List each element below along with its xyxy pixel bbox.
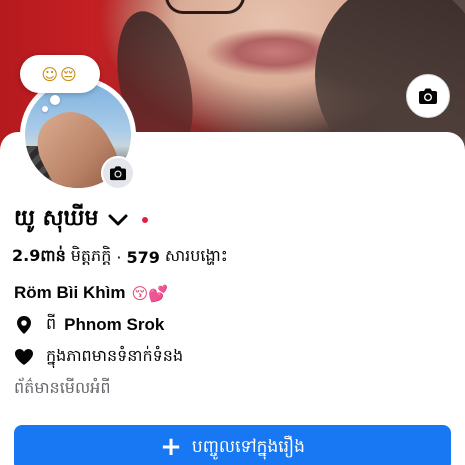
friends-label[interactable]: មិត្តភក្តិ [71,245,112,269]
stats-separator: · [116,247,122,267]
profile-bio: Röm Bìi Khìm 😚💕 [14,280,168,306]
add-to-story-label: បញ្ចូលទៅក្នុងរឿង [191,436,305,457]
note-emoji: ☺😔 [41,64,79,84]
posts-count[interactable]: 579 [126,248,159,267]
posts-label[interactable]: សារបង្ហោះ [165,245,228,269]
location-pin-icon [14,315,34,335]
cover-photo-glasses [165,0,245,14]
detail-relationship[interactable]: ក្នុងភាពមានទំនាក់ទំនង [14,344,183,370]
friends-count[interactable]: 2.9ពាន់ [12,245,66,269]
status-dot [142,217,149,223]
note-bubble-tail-large [50,95,60,105]
add-to-story-button[interactable]: + បញ្ចូលទៅក្នុងរឿង [14,425,451,465]
profile-name-row[interactable]: យូ សុឃីម [14,203,149,237]
plus-icon: + [160,431,182,462]
see-about-label: ព័ត៌មានមើលអំពី [14,378,111,397]
bio-text: Röm Bìi Khìm [14,283,126,302]
relationship-text: ក្នុងភាពមានទំនាក់ទំនង [46,346,184,365]
camera-icon [419,88,437,104]
note-bubble-tail-small [42,106,48,112]
edit-avatar-button[interactable] [101,156,135,190]
chevron-down-icon[interactable] [108,210,128,230]
location-name[interactable]: Phnom Srok [64,315,164,335]
see-about-link[interactable]: ព័ត៌មានមើលអំពី [14,376,110,402]
camera-icon [110,166,126,181]
bio-emoji: 😚💕 [131,283,169,303]
cover-photo-hair-right [315,0,465,150]
profile-name: យូ សុឃីម [14,206,99,231]
edit-cover-photo-button[interactable] [406,74,450,118]
profile-stats: 2.9ពាន់ មិត្តភក្តិ · 579 សារបង្ហោះ [12,244,228,270]
profile-note-bubble[interactable]: ☺😔 [20,55,100,93]
location-prefix: ពី [46,314,57,333]
heart-icon [14,347,34,367]
detail-location[interactable]: ពី Phnom Srok [14,312,164,338]
